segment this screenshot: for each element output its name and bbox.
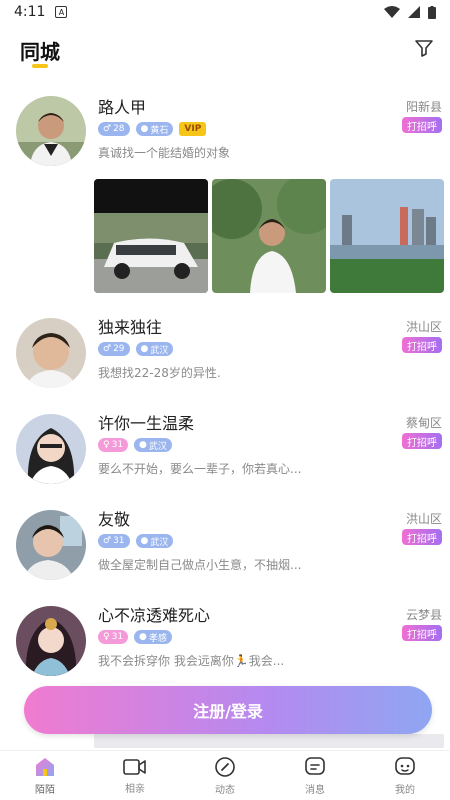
profile-icon: [395, 756, 415, 775]
filter-icon[interactable]: [414, 38, 434, 58]
tab-label: 动态: [215, 784, 235, 796]
tab-label: 我的: [395, 784, 415, 796]
tab-blind-date[interactable]: 相亲: [90, 751, 180, 800]
photo-gallery: [94, 179, 444, 293]
age-badge: ♂ 28: [98, 122, 130, 136]
tag-row: ♂ 28 ● 黄石 VIP: [98, 122, 207, 136]
greet-button[interactable]: 打招呼: [402, 337, 442, 353]
list-item[interactable]: 友敬 洪山区 ♂ 31 ● 武汉 打招呼 做全屋定制自己做点小生意，不抽烟...: [0, 500, 450, 596]
male-icon: ♂: [103, 124, 112, 134]
male-icon: ♂: [103, 536, 112, 546]
tab-profile[interactable]: 我的: [360, 751, 450, 800]
location-label: 云梦县: [405, 608, 442, 622]
tab-label: 消息: [305, 784, 325, 796]
vip-badge: VIP: [179, 122, 207, 136]
female-icon: ♀: [103, 632, 110, 642]
tab-moments[interactable]: 动态: [180, 751, 270, 800]
status-time: 4:11: [14, 4, 46, 20]
title-underline: [32, 64, 48, 68]
user-name: 独来独往: [98, 318, 163, 337]
city-badge: ● 武汉: [134, 438, 172, 452]
user-name: 心不凉透难死心: [98, 606, 211, 625]
register-login-button[interactable]: 注册/登录: [24, 686, 432, 734]
location-pin-icon: ●: [139, 632, 147, 642]
age-badge: ♀ 31: [98, 630, 129, 644]
avatar[interactable]: [16, 96, 86, 166]
age-badge: ♂ 29: [98, 342, 130, 356]
compass-icon: [215, 756, 235, 777]
list-item[interactable]: 许你一生温柔 蔡甸区 ♀ 31 ● 武汉 打招呼 要么不开始，要么一辈子，你若真心.…: [0, 404, 450, 500]
bottom-tab-bar: 陌陌 相亲 动态 消息 我的: [0, 750, 450, 800]
wifi-icon: [384, 6, 400, 18]
city-badge: ● 武汉: [135, 534, 174, 548]
location-pin-icon: ●: [139, 440, 147, 450]
feed-image-preview: [94, 734, 444, 748]
location-label: 阳新县: [405, 100, 442, 114]
user-name: 路人甲: [98, 98, 147, 117]
avatar[interactable]: [16, 510, 86, 580]
city-badge: ● 黄石: [135, 122, 174, 136]
user-bio: 我想找22-28岁的异性.: [98, 366, 221, 380]
notification-icon: A: [55, 6, 68, 18]
tab-messages[interactable]: 消息: [270, 751, 360, 800]
battery-icon: [428, 5, 436, 19]
tab-label: 相亲: [125, 783, 145, 795]
user-name: 友敬: [98, 510, 131, 529]
photo-city[interactable]: [330, 179, 444, 293]
tag-row: ♂ 29 ● 武汉: [98, 342, 174, 356]
tab-label: 陌陌: [35, 784, 55, 796]
location-pin-icon: ●: [140, 536, 149, 546]
status-bar: 4:11 A: [0, 0, 450, 24]
list-item[interactable]: 心不凉透难死心 云梦县 ♀ 31 ● 孝感 打招呼 我不会拆穿你 我会远离你🏃我会.…: [0, 596, 450, 692]
video-icon: [123, 758, 146, 775]
tab-home[interactable]: 陌陌: [0, 751, 90, 800]
male-icon: ♂: [103, 344, 112, 354]
user-bio: 真诚找一个能结婚的对象: [98, 146, 231, 160]
location-pin-icon: ●: [140, 124, 149, 134]
age-badge: ♀ 31: [98, 438, 129, 452]
greet-button[interactable]: 打招呼: [402, 625, 442, 641]
location-pin-icon: ●: [140, 344, 149, 354]
user-bio: 做全屋定制自己做点小生意，不抽烟...: [98, 558, 302, 572]
list-item[interactable]: 独来独往 洪山区 ♂ 29 ● 武汉 打招呼 我想找22-28岁的异性.: [0, 308, 450, 404]
greet-button[interactable]: 打招呼: [402, 433, 442, 449]
user-bio: 我不会拆穿你 我会远离你🏃我会...: [98, 654, 285, 668]
message-icon: [305, 756, 325, 775]
page-title: 同城: [20, 40, 60, 64]
user-bio: 要么不开始，要么一辈子，你若真心...: [98, 462, 302, 476]
age-badge: ♂ 31: [98, 534, 130, 548]
tag-row: ♂ 31 ● 武汉: [98, 534, 174, 548]
avatar[interactable]: [16, 414, 86, 484]
header: 同城: [0, 24, 450, 82]
greet-button[interactable]: 打招呼: [402, 117, 442, 133]
home-icon: [36, 757, 54, 776]
avatar[interactable]: [16, 318, 86, 388]
location-label: 洪山区: [405, 512, 442, 526]
signal-icon: [408, 6, 420, 18]
tag-row: ♀ 31 ● 武汉: [98, 438, 172, 452]
greet-button[interactable]: 打招呼: [402, 529, 442, 545]
list-item[interactable]: 路人甲 阳新县 ♂ 28 ● 黄石 VIP 打招呼 真诚找一个能结婚的对象: [0, 86, 450, 308]
user-feed: 路人甲 阳新县 ♂ 28 ● 黄石 VIP 打招呼 真诚找一个能结婚的对象 独来独往…: [0, 86, 450, 692]
avatar[interactable]: [16, 606, 86, 676]
user-name: 许你一生温柔: [98, 414, 195, 433]
location-label: 蔡甸区: [405, 416, 442, 430]
female-icon: ♀: [103, 440, 110, 450]
photo-portrait[interactable]: [212, 179, 326, 293]
location-label: 洪山区: [405, 320, 442, 334]
photo-car[interactable]: [94, 179, 208, 293]
city-badge: ● 武汉: [135, 342, 174, 356]
tag-row: ♀ 31 ● 孝感: [98, 630, 172, 644]
city-badge: ● 孝感: [134, 630, 172, 644]
